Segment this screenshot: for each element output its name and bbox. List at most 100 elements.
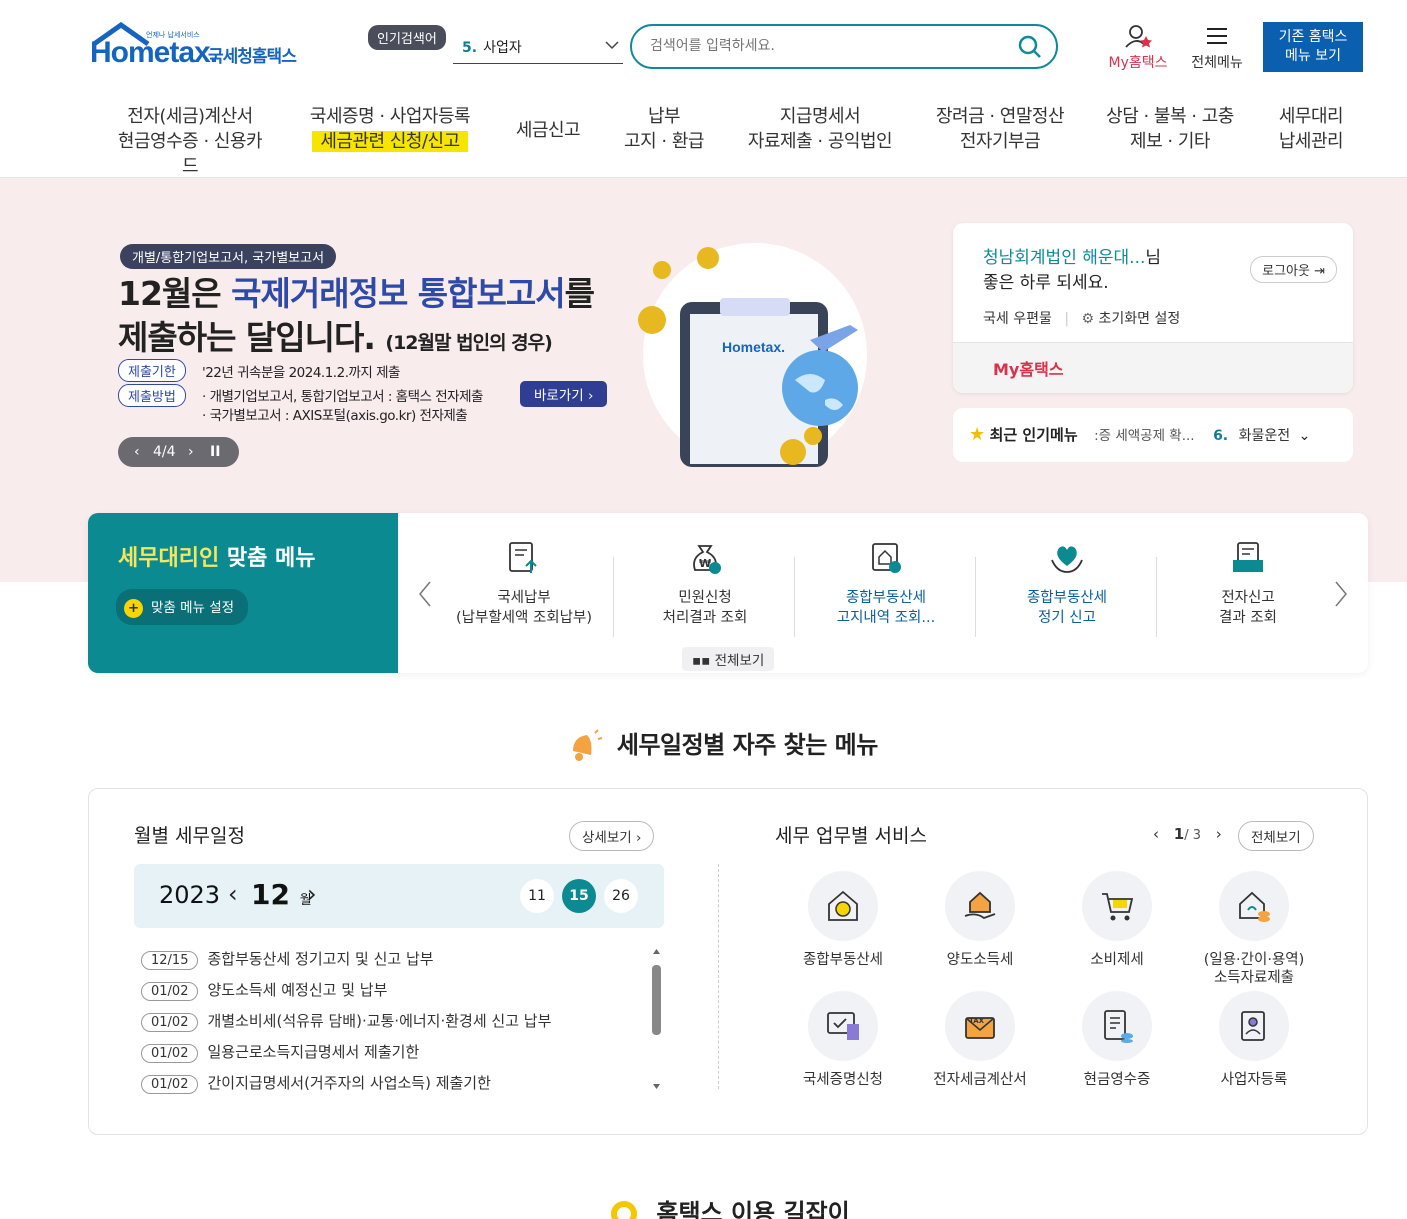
my-hometax-button[interactable]: My홈택스 [1103,24,1173,72]
service-tax-certificate[interactable]: 국세증명신청 [773,991,913,1089]
quick-item-label: 정기 신고 [1038,610,1096,626]
prev-month-icon[interactable]: ‹ [228,880,238,908]
my-hometax-link[interactable]: My홈택스 [953,342,1353,393]
schedule-item[interactable]: 01/02 일용근로소득지급명세서 제출기한 [141,1041,419,1063]
postbox-link[interactable]: 국세 우편물 [983,311,1052,327]
user-star-icon [1125,25,1152,48]
gnb-item-certificate[interactable]: 국세증명 · 사업자등록 세금관련 신청/신고 [305,104,475,154]
service-consumption-tax[interactable]: 소비제세 [1047,871,1187,969]
day-button[interactable]: 11 [520,879,554,913]
all-view-button[interactable]: ▪▪ 전체보기 [682,647,775,671]
old-menu-button[interactable]: 기존 홈택스 메뉴 보기 [1263,22,1363,72]
service-icon-circle [1082,871,1152,941]
service-label: 소득자료제출 [1213,970,1295,986]
page-current: 1 [1173,825,1185,843]
chevron-down-icon[interactable]: ⌄ [1299,428,1311,444]
logout-button[interactable]: 로그아웃 ⇥ [1250,256,1337,283]
chevron-down-icon [605,41,619,50]
search-box [630,24,1058,69]
services-all-button[interactable]: 전체보기 [1238,821,1314,851]
calendar-month: 12 월 [251,878,312,911]
day-button[interactable]: 26 [604,879,638,913]
quick-item-property-tax-notice[interactable]: 종합부동산세 고지내역 조회... [796,540,976,628]
search-icon[interactable] [1018,35,1042,59]
gnb-item-statement[interactable]: 지급명세서 자료제출 · 공익법인 [745,104,895,154]
gnb-label: 전자기부금 [959,131,1041,152]
prev-page-icon[interactable]: ‹ [1153,825,1159,843]
gnb-item-agent[interactable]: 세무대리 납세관리 [1270,104,1352,154]
calendar-year: 2023 [159,881,221,909]
quick-menu-setting-button[interactable]: + 맞춤 메뉴 설정 [116,589,249,625]
link-divider: | [1064,311,1070,327]
page-total: / 3 [1184,828,1202,843]
calendar-bar: 2023 ‹ 12 월 › 11 15 26 [134,864,664,928]
service-icon-circle [1219,991,1289,1061]
service-label: 현금영수증 [1083,1072,1151,1088]
next-month-icon[interactable]: › [307,880,317,908]
service-business-registration[interactable]: 사업자등록 [1184,991,1324,1089]
hometax-logo[interactable]: 언제나 납세서비스 Hometax. 국세청홈택스 [90,22,310,72]
chevron-left-icon[interactable] [418,580,432,608]
prev-slide-icon[interactable]: ‹ [134,437,140,467]
detail-button[interactable]: 상세보기 › [569,821,655,851]
user-links: 국세 우편물 | ⚙ 초기화면 설정 [983,308,1180,328]
service-capital-gains-tax[interactable]: 양도소득세 [910,871,1050,969]
gnb-item-einvoice[interactable]: 전자(세금)계산서 현금영수증 · 신용카드 [110,104,270,179]
popular-search-select[interactable]: 5. 사업자 [453,30,623,64]
document-upload-icon [509,542,537,573]
quick-item-civil-request[interactable]: ₩ 민원신청처리결과 조회 [615,540,795,628]
gnb-item-incentive[interactable]: 장려금 · 연말정산 전자기부금 [930,104,1070,154]
divider [613,557,614,637]
slide-counter: 4/4 [153,444,176,460]
go-button[interactable]: 바로가기 › [520,381,608,407]
quick-item-label: 민원신청 [678,590,732,606]
pause-icon[interactable]: II [210,437,220,467]
all-menu-button[interactable]: 전체메뉴 [1186,24,1248,72]
quick-item-label: 종합부동산세 [1026,590,1108,606]
quick-item-e-filing-result[interactable]: 전자신고 결과 조회 [1158,540,1338,628]
hero-tag: 개별/통합기업보고서, 국가별보고서 [120,244,337,269]
schedule-scrollbar[interactable] [651,947,662,1092]
next-page-icon[interactable]: › [1216,825,1222,843]
service-label: 국세증명신청 [802,1072,884,1088]
service-e-tax-invoice[interactable]: TAX 전자세금계산서 [910,991,1050,1089]
popular-search-badge: 인기검색어 [368,25,446,50]
quick-menu-title: 세무대리인 맞춤 메뉴 [118,540,315,572]
schedule-item[interactable]: 12/15 종합부동산세 정기고지 및 신고 납부 [141,948,434,970]
schedule-item[interactable]: 01/02 양도소득세 예정신고 및 납부 [141,979,387,1001]
divider [794,557,795,637]
tax-envelope-icon: TAX [965,1017,995,1039]
quick-title-accent: 세무대리인 [118,546,220,571]
gnb-label: 고지 · 환급 [624,131,704,152]
schedule-text: 종합부동산세 정기고지 및 신고 납부 [207,950,434,968]
service-icon-circle: TAX [945,991,1015,1061]
money-bag-icon: ₩ [693,545,721,574]
service-cash-receipt[interactable]: 현금영수증 [1047,991,1187,1089]
quick-item-tax-payment[interactable]: 국세납부 (납부할세액 조회납부) [434,540,614,628]
logo-text: Hometax. [90,36,218,69]
schedule-item[interactable]: 01/02 개별소비세(석유류 담배)·교통·에너지·환경세 신고 납부 [141,1010,551,1032]
init-setting-link[interactable]: 초기화면 설정 [1099,311,1181,327]
schedule-text: 간이지급명세서(거주자의 사업소득) 제출기한 [207,1074,491,1092]
quick-item-label: 처리결과 조회 [662,610,748,626]
gnb-label: 자료제출 · 공익법인 [747,131,893,152]
service-property-tax[interactable]: 종합부동산세 [773,871,913,969]
headline-part: 를 [564,274,595,313]
recent-popular-menu[interactable]: ★ 최근 인기메뉴 :증 세액공제 확... 6. 화물운전 ⌄ [953,408,1353,462]
quick-item-label: 전자신고 [1221,590,1275,606]
gnb-item-tax-return[interactable]: 세금신고 [508,118,588,143]
service-label: 사업자등록 [1220,1072,1288,1088]
search-input[interactable] [650,26,1010,66]
recent-item[interactable]: 화물운전 [1239,428,1291,444]
recent-rank: 6. [1213,428,1229,444]
headline-note: (12월말 법인의 경우) [385,332,552,354]
schedule-text: 개별소비세(석유류 담배)·교통·에너지·환경세 신고 납부 [207,1012,552,1030]
service-income-data-submit[interactable]: (일용·간이·용역) 소득자료제출 [1184,871,1324,987]
quick-item-property-tax-return[interactable]: 종합부동산세정기 신고 [977,540,1157,628]
gnb-item-payment[interactable]: 납부 고지 · 환급 [614,104,714,154]
next-slide-icon[interactable]: › [188,437,194,467]
recent-item[interactable]: :증 세액공제 확... [1094,428,1195,444]
gnb-item-consult[interactable]: 상담 · 불복 · 고충 제보 · 기타 [1100,104,1240,154]
schedule-item[interactable]: 01/02 간이지급명세서(거주자의 사업소득) 제출기한 [141,1072,491,1094]
day-button-selected[interactable]: 15 [562,879,596,913]
